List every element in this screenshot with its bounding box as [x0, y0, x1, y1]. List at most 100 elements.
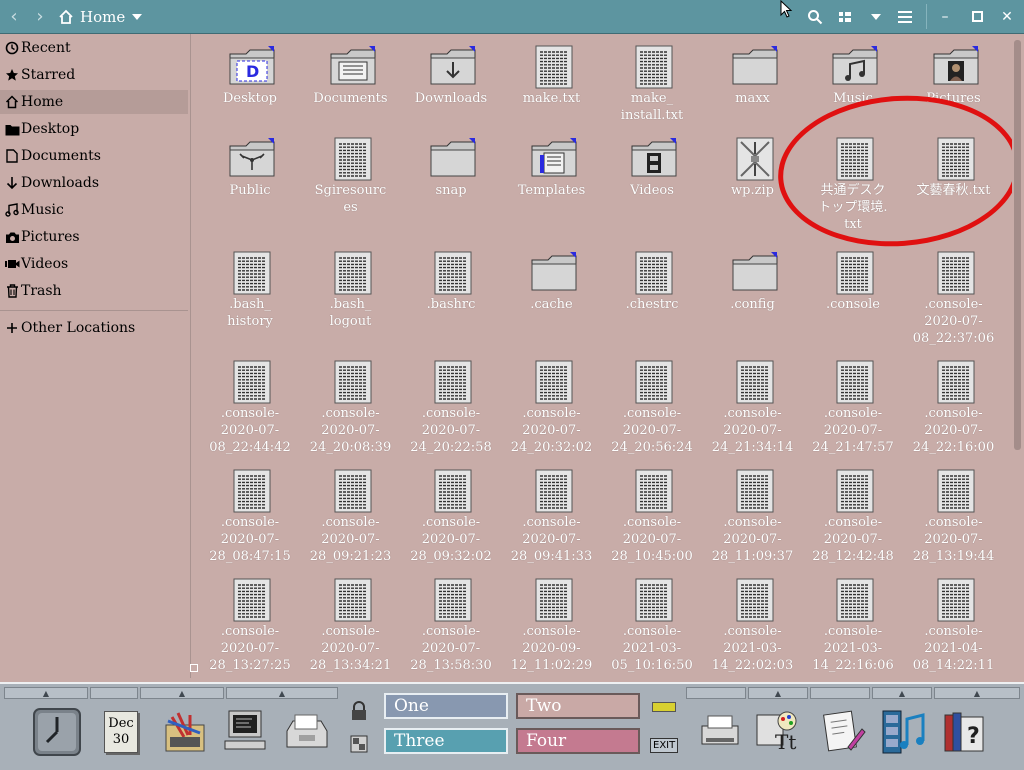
drawer-arrow[interactable]: ▲: [226, 687, 338, 699]
file-item[interactable]: .console- 2020-07- 28_09:21:23: [301, 462, 401, 572]
sidebar-item-label: Downloads: [21, 175, 100, 191]
sidebar-item-desktop[interactable]: Desktop: [0, 117, 188, 141]
sidebar-item-label: Videos: [21, 256, 69, 272]
file-item[interactable]: .console- 2020-09- 12_11:02:29: [502, 571, 602, 678]
drawer-arrow[interactable]: [810, 687, 870, 699]
file-item[interactable]: .console- 2020-07- 28_10:45:00: [602, 462, 702, 572]
clock-button[interactable]: [28, 703, 86, 761]
workspace-four[interactable]: Four: [516, 728, 640, 754]
text-file-icon: [630, 44, 678, 90]
sidebar-item-documents[interactable]: Documents: [0, 144, 188, 168]
file-item[interactable]: .console- 2021-03- 14_22:16:06: [803, 571, 903, 678]
file-name: .console- 2020-07- 24_20:56:24: [611, 406, 693, 455]
file-item[interactable]: .console- 2020-07- 08_22:37:06: [904, 244, 1004, 354]
music-icon: [4, 202, 20, 218]
window-list-button[interactable]: [350, 735, 370, 755]
file-item[interactable]: Templates: [502, 130, 602, 240]
file-item[interactable]: Sgiresourc es: [301, 130, 401, 240]
exit-button[interactable]: EXIT: [650, 738, 679, 753]
file-item[interactable]: .console- 2020-07- 28_09:41:33: [502, 462, 602, 572]
file-item[interactable]: .console- 2020-07- 28_12:42:48: [803, 462, 903, 572]
text-file-icon: [530, 359, 578, 405]
file-item[interactable]: .console- 2020-07- 28_13:34:21: [301, 571, 401, 678]
file-item[interactable]: .chestrc: [602, 244, 702, 354]
file-item[interactable]: .console- 2020-07- 24_20:32:02: [502, 353, 602, 463]
workspace-three[interactable]: Three: [384, 728, 508, 754]
vertical-scrollbar[interactable]: [1012, 34, 1024, 678]
resize-handle[interactable]: [190, 664, 198, 672]
file-item[interactable]: Videos: [602, 130, 702, 240]
close-button[interactable]: ✕: [994, 0, 1020, 33]
computer-button[interactable]: [216, 703, 274, 761]
file-item[interactable]: .console- 2020-07- 08_22:44:42: [200, 353, 300, 463]
main-menu-button[interactable]: [892, 0, 918, 33]
editor-button[interactable]: [814, 703, 872, 761]
file-item[interactable]: .console: [803, 244, 903, 354]
sidebar-item-pictures[interactable]: Pictures: [0, 225, 188, 249]
drawer-arrow[interactable]: ▲: [4, 687, 88, 699]
location-button[interactable]: Home: [58, 0, 153, 33]
file-item[interactable]: .cache: [502, 244, 602, 354]
file-name: Templates: [517, 183, 586, 198]
workspace-one[interactable]: One: [384, 693, 508, 719]
file-item[interactable]: .console- 2020-07- 24_21:34:14: [703, 353, 803, 463]
file-item[interactable]: .console- 2020-07- 24_21:47:57: [803, 353, 903, 463]
workspace-two[interactable]: Two: [516, 693, 640, 719]
text-file-icon: [329, 250, 377, 296]
minimize-button[interactable]: –: [932, 0, 958, 33]
file-item[interactable]: .console- 2020-07- 28_11:09:37: [703, 462, 803, 572]
file-item[interactable]: wp.zip: [703, 130, 803, 240]
font-tool-button[interactable]: Tt: [750, 703, 808, 761]
file-item[interactable]: .console- 2020-07- 24_22:16:00: [904, 353, 1004, 463]
media-button[interactable]: [874, 703, 932, 761]
file-item[interactable]: .console- 2021-04- 08_14:22:11: [904, 571, 1004, 678]
file-item[interactable]: .console- 2020-07- 28_08:47:15: [200, 462, 300, 572]
lock-button[interactable]: [350, 701, 370, 721]
file-item[interactable]: .console- 2020-07- 24_20:22:58: [401, 353, 501, 463]
forward-button[interactable]: ›: [28, 0, 52, 33]
mail-button[interactable]: [156, 703, 214, 761]
view-options-button[interactable]: [834, 0, 886, 33]
file-item[interactable]: 共通デスク トップ環境. txt: [803, 130, 903, 240]
file-item[interactable]: .console- 2020-07- 28_13:58:30: [401, 571, 501, 678]
file-item[interactable]: snap: [401, 130, 501, 240]
file-item[interactable]: .console- 2021-03- 14_22:02:03: [703, 571, 803, 678]
sidebar-item-music[interactable]: Music: [0, 198, 188, 222]
file-item[interactable]: .console- 2020-07- 24_20:08:39: [301, 353, 401, 463]
sidebar-item-videos[interactable]: Videos: [0, 252, 188, 276]
sidebar: Recent Starred Home Desktop Documents Downloa…: [0, 34, 191, 678]
drawer-arrow[interactable]: ▲: [872, 687, 932, 699]
sidebar-item-starred[interactable]: Starred: [0, 63, 188, 87]
drawer-arrow[interactable]: ▲: [934, 687, 1020, 699]
file-item[interactable]: .console- 2020-07- 28_09:32:02: [401, 462, 501, 572]
drawer-arrow[interactable]: ▲: [748, 687, 808, 699]
file-name: Desktop: [222, 91, 278, 106]
file-item[interactable]: Public: [200, 130, 300, 240]
sidebar-item-downloads[interactable]: Downloads: [0, 171, 188, 195]
drawer-arrow[interactable]: ▲: [140, 687, 224, 699]
file-item[interactable]: .console- 2020-07- 28_13:27:25: [200, 571, 300, 678]
back-button[interactable]: ‹: [2, 0, 26, 33]
file-tray-button[interactable]: [278, 703, 336, 761]
printer-button[interactable]: [690, 703, 748, 761]
file-item[interactable]: .bash_ logout: [301, 244, 401, 354]
sidebar-item-recent[interactable]: Recent: [0, 36, 188, 60]
search-button[interactable]: [803, 0, 827, 33]
file-item[interactable]: .console- 2020-07- 28_13:19:44: [904, 462, 1004, 572]
sidebar-item-other-locations[interactable]: Other Locations: [0, 316, 188, 340]
maximize-button[interactable]: [964, 0, 990, 33]
drawer-arrow[interactable]: [90, 687, 138, 699]
file-item[interactable]: .bash_ history: [200, 244, 300, 354]
file-item[interactable]: .console- 2020-07- 24_20:56:24: [602, 353, 702, 463]
file-item[interactable]: .console- 2021-03- 05_10:16:50: [602, 571, 702, 678]
scrollbar-thumb[interactable]: [1014, 40, 1021, 450]
file-item[interactable]: .bashrc: [401, 244, 501, 354]
sidebar-item-trash[interactable]: Trash: [0, 279, 188, 303]
drawer-arrow[interactable]: [686, 687, 746, 699]
file-item[interactable]: .config: [703, 244, 803, 354]
calendar-button[interactable]: Dec 30: [92, 703, 150, 761]
file-item[interactable]: 文藝春秋.txt: [904, 130, 1004, 240]
file-name: .console- 2021-04- 08_14:22:11: [912, 624, 995, 673]
help-button[interactable]: ?: [936, 703, 994, 761]
sidebar-item-home[interactable]: Home: [0, 90, 188, 114]
